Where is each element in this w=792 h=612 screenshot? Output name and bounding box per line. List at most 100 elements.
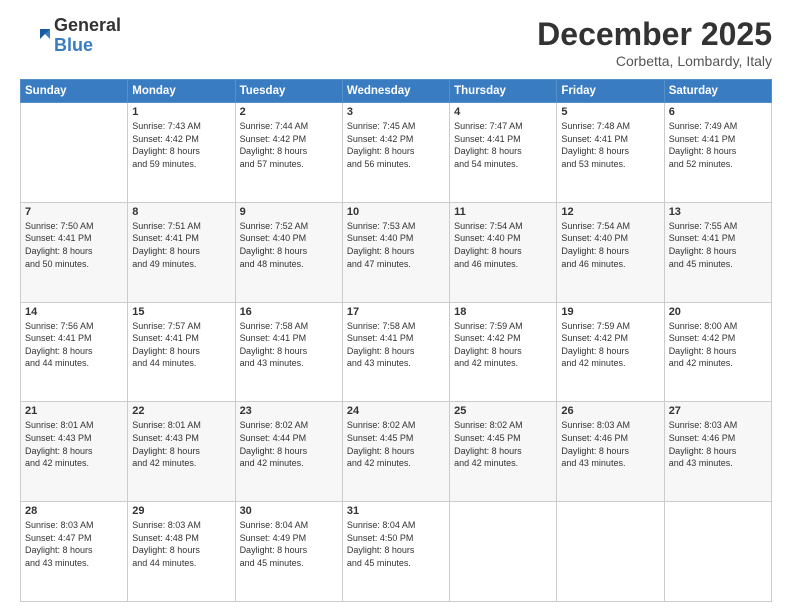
table-row: 28Sunrise: 8:03 AM Sunset: 4:47 PM Dayli… (21, 502, 128, 602)
cell-content: Sunrise: 7:48 AM Sunset: 4:41 PM Dayligh… (561, 120, 659, 170)
table-row: 17Sunrise: 7:58 AM Sunset: 4:41 PM Dayli… (342, 302, 449, 402)
cell-content: Sunrise: 7:59 AM Sunset: 4:42 PM Dayligh… (454, 320, 552, 370)
col-monday: Monday (128, 80, 235, 103)
cell-content: Sunrise: 7:53 AM Sunset: 4:40 PM Dayligh… (347, 220, 445, 270)
table-row: 11 Sunrise: 7:54 AM Sunset: 4:40 PM Dayli… (450, 202, 557, 302)
title-block: December 2025 Corbetta, Lombardy, Italy (537, 16, 772, 69)
table-row: 23 Sunrise: 8:02 AM Sunset: 4:44 PM Dayli… (235, 402, 342, 502)
day-number: 13 (669, 206, 767, 218)
table-row: 7 Sunrise: 7:50 AM Sunset: 4:41 PM Daylig… (21, 202, 128, 302)
calendar-week-row: 21 Sunrise: 8:01 AM Sunset: 4:43 PM Dayli… (21, 402, 772, 502)
logo-general: General (54, 16, 121, 36)
cell-content: Sunrise: 7:54 AM Sunset: 4:40 PM Dayligh… (561, 220, 659, 270)
day-number: 16 (240, 306, 338, 318)
table-row: 1 Sunrise: 7:43 AM Sunset: 4:42 PM Daylig… (128, 103, 235, 203)
day-number: 24 (347, 405, 445, 417)
cell-content: Sunrise: 8:00 AM Sunset: 4:42 PM Dayligh… (669, 320, 767, 370)
col-wednesday: Wednesday (342, 80, 449, 103)
cell-content: Sunrise: 7:45 AM Sunset: 4:42 PM Dayligh… (347, 120, 445, 170)
cell-content: Sunrise: 8:03 AM Sunset: 4:46 PM Dayligh… (669, 419, 767, 469)
table-row: 21 Sunrise: 8:01 AM Sunset: 4:43 PM Dayli… (21, 402, 128, 502)
cell-content: Sunrise: 7:44 AM Sunset: 4:42 PM Dayligh… (240, 120, 338, 170)
col-saturday: Saturday (664, 80, 771, 103)
col-tuesday: Tuesday (235, 80, 342, 103)
day-number: 31 (347, 505, 445, 517)
table-row: 8 Sunrise: 7:51 AM Sunset: 4:41 PM Daylig… (128, 202, 235, 302)
day-number: 30 (240, 505, 338, 517)
cell-content: Sunrise: 8:04 AM Sunset: 4:49 PM Dayligh… (240, 519, 338, 569)
day-number: 11 (454, 206, 552, 218)
calendar-table: Sunday Monday Tuesday Wednesday Thursday… (20, 79, 772, 602)
day-number: 25 (454, 405, 552, 417)
day-number: 23 (240, 405, 338, 417)
day-number: 2 (240, 106, 338, 118)
cell-content: Sunrise: 8:03 AM Sunset: 4:48 PM Dayligh… (132, 519, 230, 569)
table-row: 18 Sunrise: 7:59 AM Sunset: 4:42 PM Dayli… (450, 302, 557, 402)
cell-content: Sunrise: 7:54 AM Sunset: 4:40 PM Dayligh… (454, 220, 552, 270)
cell-content: Sunrise: 7:52 AM Sunset: 4:40 PM Dayligh… (240, 220, 338, 270)
calendar-week-row: 1 Sunrise: 7:43 AM Sunset: 4:42 PM Daylig… (21, 103, 772, 203)
logo: General Blue (20, 16, 121, 56)
table-row: 30 Sunrise: 8:04 AM Sunset: 4:49 PM Dayli… (235, 502, 342, 602)
table-row: 2 Sunrise: 7:44 AM Sunset: 4:42 PM Daylig… (235, 103, 342, 203)
table-row: 14Sunrise: 7:56 AM Sunset: 4:41 PM Dayli… (21, 302, 128, 402)
day-number: 4 (454, 106, 552, 118)
table-row: 6 Sunrise: 7:49 AM Sunset: 4:41 PM Daylig… (664, 103, 771, 203)
day-number: 15 (132, 306, 230, 318)
table-row: 16 Sunrise: 7:58 AM Sunset: 4:41 PM Dayli… (235, 302, 342, 402)
day-number: 12 (561, 206, 659, 218)
cell-content: Sunrise: 7:55 AM Sunset: 4:41 PM Dayligh… (669, 220, 767, 270)
day-number: 1 (132, 106, 230, 118)
day-number: 14 (25, 306, 123, 318)
calendar-header-row: Sunday Monday Tuesday Wednesday Thursday… (21, 80, 772, 103)
cell-content: Sunrise: 7:57 AM Sunset: 4:41 PM Dayligh… (132, 320, 230, 370)
logo-text: General Blue (54, 16, 121, 56)
cell-content: Sunrise: 7:58 AM Sunset: 4:41 PM Dayligh… (240, 320, 338, 370)
cell-content: Sunrise: 7:51 AM Sunset: 4:41 PM Dayligh… (132, 220, 230, 270)
table-row: 24 Sunrise: 8:02 AM Sunset: 4:45 PM Dayli… (342, 402, 449, 502)
table-row (450, 502, 557, 602)
day-number: 28 (25, 505, 123, 517)
cell-content: Sunrise: 8:01 AM Sunset: 4:43 PM Dayligh… (132, 419, 230, 469)
calendar-week-row: 7 Sunrise: 7:50 AM Sunset: 4:41 PM Daylig… (21, 202, 772, 302)
location: Corbetta, Lombardy, Italy (537, 53, 772, 69)
cell-content: Sunrise: 7:47 AM Sunset: 4:41 PM Dayligh… (454, 120, 552, 170)
day-number: 21 (25, 405, 123, 417)
col-thursday: Thursday (450, 80, 557, 103)
col-sunday: Sunday (21, 80, 128, 103)
cell-content: Sunrise: 8:01 AM Sunset: 4:43 PM Dayligh… (25, 419, 123, 469)
table-row (557, 502, 664, 602)
day-number: 19 (561, 306, 659, 318)
month-title: December 2025 (537, 16, 772, 53)
table-row: 5Sunrise: 7:48 AM Sunset: 4:41 PM Daylig… (557, 103, 664, 203)
table-row: 12 Sunrise: 7:54 AM Sunset: 4:40 PM Dayli… (557, 202, 664, 302)
page-header: General Blue December 2025 Corbetta, Lom… (20, 16, 772, 69)
table-row: 19Sunrise: 7:59 AM Sunset: 4:42 PM Dayli… (557, 302, 664, 402)
table-row: 13 Sunrise: 7:55 AM Sunset: 4:41 PM Dayli… (664, 202, 771, 302)
day-number: 18 (454, 306, 552, 318)
logo-icon (20, 21, 50, 51)
day-number: 7 (25, 206, 123, 218)
table-row (664, 502, 771, 602)
cell-content: Sunrise: 8:02 AM Sunset: 4:44 PM Dayligh… (240, 419, 338, 469)
day-number: 17 (347, 306, 445, 318)
day-number: 6 (669, 106, 767, 118)
table-row (21, 103, 128, 203)
day-number: 8 (132, 206, 230, 218)
col-friday: Friday (557, 80, 664, 103)
cell-content: Sunrise: 8:02 AM Sunset: 4:45 PM Dayligh… (347, 419, 445, 469)
cell-content: Sunrise: 7:43 AM Sunset: 4:42 PM Dayligh… (132, 120, 230, 170)
cell-content: Sunrise: 8:03 AM Sunset: 4:46 PM Dayligh… (561, 419, 659, 469)
day-number: 9 (240, 206, 338, 218)
day-number: 20 (669, 306, 767, 318)
calendar-week-row: 14Sunrise: 7:56 AM Sunset: 4:41 PM Dayli… (21, 302, 772, 402)
day-number: 29 (132, 505, 230, 517)
table-row: 20 Sunrise: 8:00 AM Sunset: 4:42 PM Dayli… (664, 302, 771, 402)
cell-content: Sunrise: 8:04 AM Sunset: 4:50 PM Dayligh… (347, 519, 445, 569)
logo-blue: Blue (54, 36, 121, 56)
calendar-week-row: 28Sunrise: 8:03 AM Sunset: 4:47 PM Dayli… (21, 502, 772, 602)
table-row: 22Sunrise: 8:01 AM Sunset: 4:43 PM Dayli… (128, 402, 235, 502)
cell-content: Sunrise: 7:50 AM Sunset: 4:41 PM Dayligh… (25, 220, 123, 270)
cell-content: Sunrise: 7:49 AM Sunset: 4:41 PM Dayligh… (669, 120, 767, 170)
day-number: 27 (669, 405, 767, 417)
